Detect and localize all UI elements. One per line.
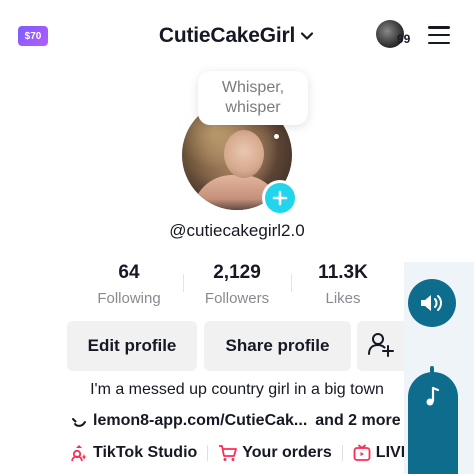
share-profile-button[interactable]: Share profile [204,321,351,371]
music-note-icon [425,386,441,474]
more-links[interactable]: and 2 more [315,412,400,430]
creator-tools-row: TikTok Studio Your orders LIVE [70,444,411,462]
edit-profile-button[interactable]: Edit profile [67,321,197,371]
bio-text: I'm a messed up country girl in a big to… [90,381,384,398]
add-story-plus-icon[interactable] [262,180,298,216]
menu-icon[interactable] [428,26,450,44]
tools-divider [341,445,343,461]
notification-count: 99 [397,32,411,46]
username: @cutiecakegirl2.0 [169,221,305,240]
speaker-icon [419,292,445,314]
tools-divider [207,445,209,461]
account-name: CutieCakeGirl [158,24,296,47]
live-link[interactable]: LIVE [353,444,411,462]
status-bubble[interactable]: Whisper, whisper [198,71,308,125]
your-orders-link[interactable]: Your orders [218,444,332,462]
stat-value: 2,129 [213,262,261,283]
bio-link[interactable]: lemon8-app.com/CutieCak... [93,412,307,430]
bubble-tail [274,134,279,139]
stat-label: Likes [325,290,361,307]
sound-button[interactable] [408,279,456,327]
tiktok-studio-link[interactable]: TikTok Studio [70,444,197,462]
bio-link-row[interactable]: lemon8-app.com/CutieCak... and 2 more [70,412,401,430]
stat-label: Followers [204,290,270,307]
link-icon [70,412,88,430]
cart-icon [218,444,238,462]
studio-icon [70,444,88,462]
stat-value: 64 [118,262,140,283]
stat-followers[interactable]: 2,129 Followers [182,262,292,307]
bubble-text-line2: whisper [225,99,281,116]
stat-label: Following [97,290,161,307]
add-user-icon [367,330,395,363]
tiktok-studio-label: TikTok Studio [93,444,198,461]
live-tv-icon [353,444,371,462]
stat-following[interactable]: 64 Following [74,262,184,307]
chevron-down-icon [299,28,315,44]
stat-likes[interactable]: 11.3K Likes [288,262,398,307]
bubble-text-line1: Whisper, [221,79,285,96]
music-button[interactable] [408,372,458,474]
your-orders-label: Your orders [242,444,332,461]
stat-value: 11.3K [318,262,368,283]
